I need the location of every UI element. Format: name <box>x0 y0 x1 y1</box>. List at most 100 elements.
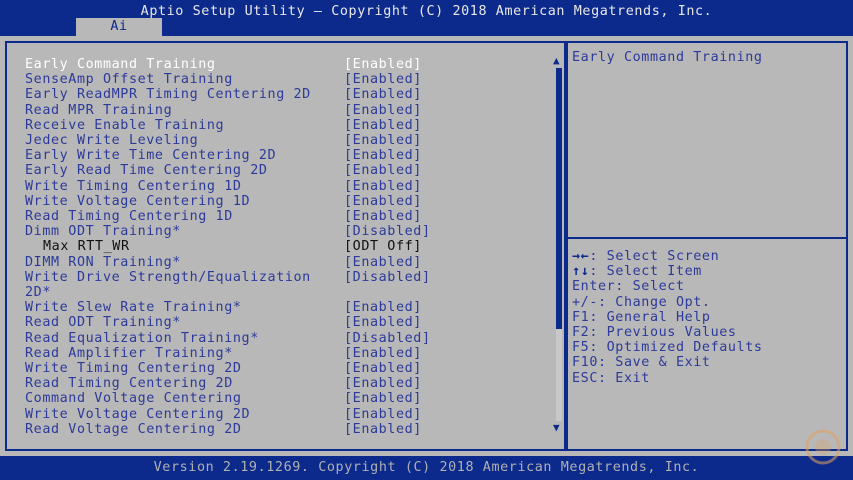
setting-row[interactable]: Jedec Write Leveling [Enabled] <box>7 133 547 148</box>
setting-row[interactable]: Command Voltage Centering [Enabled] <box>7 391 547 406</box>
key-hint-text: : Select Item <box>589 264 702 280</box>
key-hint-text: F1: General Help <box>572 309 711 325</box>
setting-value[interactable]: [Enabled] <box>344 103 422 118</box>
setting-value[interactable]: [Disabled] <box>344 331 431 346</box>
setting-value[interactable]: [Enabled] <box>344 315 422 330</box>
setting-row[interactable]: Read Voltage Centering 2D [Enabled] <box>7 422 547 437</box>
setting-label: Command Voltage Centering <box>25 391 242 407</box>
setting-label: Write Timing Centering 2D <box>25 361 242 376</box>
setting-value[interactable]: [Enabled] <box>344 87 422 102</box>
setting-value[interactable]: [Enabled] <box>344 118 422 133</box>
setting-row[interactable]: Receive Enable Training [Enabled] <box>7 118 547 133</box>
key-hint-text: +/-: Change Opt. <box>572 294 711 310</box>
setting-label: SenseAmp Offset Training <box>25 72 233 88</box>
setting-label: Read Voltage Centering 2D <box>25 421 242 437</box>
setting-row[interactable]: Read Timing Centering 1D [Enabled] <box>7 209 547 224</box>
setting-label: Early Read Time Centering 2D <box>25 163 268 179</box>
setting-value[interactable]: [Enabled] <box>344 163 422 178</box>
setting-row[interactable]: Dimm ODT Training* [Disabled] <box>7 224 547 239</box>
scroll-up-icon[interactable]: ▲ <box>553 55 560 66</box>
setting-row[interactable]: Read ODT Training* [Enabled] <box>7 315 547 330</box>
setting-value[interactable]: [Disabled] <box>344 224 431 239</box>
setting-row[interactable]: SenseAmp Offset Training [Enabled] <box>7 72 547 87</box>
setting-label: Receive Enable Training <box>25 117 225 133</box>
setting-row[interactable]: Write Timing Centering 1D [Enabled] <box>7 179 547 194</box>
key-legend: →←: Select Screen ↑↓: Select Item Enter: S… <box>572 249 763 386</box>
setting-label: Write Slew Rate Training* <box>25 300 242 316</box>
setting-value[interactable]: [Enabled] <box>344 391 422 406</box>
setting-label: Dimm ODT Training* <box>25 224 181 240</box>
app-title: Aptio Setup Utility – Copyright (C) 2018… <box>140 4 713 19</box>
setting-row[interactable]: Read Timing Centering 2D [Enabled] <box>7 376 547 391</box>
key-hint-text: ESC: Exit <box>572 370 650 386</box>
key-hint: →←: Select Screen <box>572 249 763 264</box>
setting-label: Read ODT Training* <box>25 315 181 331</box>
setting-row[interactable]: Read MPR Training [Enabled] <box>7 103 547 118</box>
help-panel: Early Command Training →←: Select Screen… <box>566 41 848 451</box>
setting-value[interactable]: [Disabled] <box>344 270 431 285</box>
setting-row[interactable]: Write Voltage Centering 1D [Enabled] <box>7 194 547 209</box>
key-hint: Enter: Select <box>572 279 763 294</box>
key-hint-text: : Select Screen <box>589 249 720 264</box>
footer-bar: Version 2.19.1269. Copyright (C) 2018 Am… <box>0 456 853 480</box>
key-hint: F10: Save & Exit <box>572 355 763 370</box>
key-hint-text: F10: Save & Exit <box>572 355 711 371</box>
setting-row[interactable]: Read Amplifier Training* [Enabled] <box>7 346 547 361</box>
key-hint-text: F2: Previous Values <box>572 324 737 340</box>
setting-label: Read MPR Training <box>25 102 173 118</box>
tab-ai-tweaker[interactable]: Ai Tweaker <box>76 18 162 52</box>
up-down-arrows-icon: ↑↓ <box>572 264 590 280</box>
setting-row[interactable]: Early Write Time Centering 2D [Enabled] <box>7 148 547 163</box>
key-hint-text: Enter: Select <box>572 279 685 295</box>
setting-value[interactable]: [Enabled] <box>344 255 422 270</box>
key-hint: ↑↓: Select Item <box>572 264 763 279</box>
setting-value[interactable]: [Enabled] <box>344 133 422 148</box>
setting-value[interactable]: [ODT Off] <box>344 239 422 254</box>
key-hint-text: F5: Optimized Defaults <box>572 340 763 356</box>
setting-label: Read Timing Centering 1D <box>25 209 233 224</box>
setting-row[interactable]: Write Slew Rate Training* [Enabled] <box>7 300 547 315</box>
setting-value[interactable]: [Enabled] <box>344 300 422 315</box>
setting-label: Read Amplifier Training* <box>25 345 233 361</box>
setting-row[interactable]: 2D* <box>7 285 547 300</box>
setting-value[interactable]: [Enabled] <box>344 346 422 361</box>
setting-value[interactable]: [Enabled] <box>344 148 422 163</box>
setting-label: Jedec Write Leveling <box>25 133 199 148</box>
key-hint: ESC: Exit <box>572 371 763 386</box>
version-text: Version 2.19.1269. Copyright (C) 2018 Am… <box>153 460 700 475</box>
setting-row[interactable]: Early ReadMPR Timing Centering 2D [Enable… <box>7 87 547 102</box>
setting-label: 2D* <box>25 285 51 300</box>
setting-row[interactable]: Early Read Time Centering 2D [Enabled] <box>7 163 547 178</box>
help-title: Early Command Training <box>572 50 763 65</box>
scrollbar-thumb[interactable] <box>556 68 562 330</box>
setting-row[interactable]: Early Command Training [Enabled] <box>7 57 547 72</box>
setting-row[interactable]: Write Drive Strength/Equalization [Disabl… <box>7 270 547 285</box>
setting-value[interactable]: [Enabled] <box>344 209 422 224</box>
setting-label: Early Command Training <box>25 57 216 72</box>
setting-row[interactable]: DIMM RON Training* [Enabled] <box>7 255 547 270</box>
settings-panel: Early Command Training [Enabled] SenseAmp … <box>5 41 566 451</box>
setting-row[interactable]: Write Timing Centering 2D [Enabled] <box>7 361 547 376</box>
setting-label: Early ReadMPR Timing Centering 2D <box>25 87 311 103</box>
setting-value[interactable]: [Enabled] <box>344 179 422 194</box>
setting-value[interactable]: [Enabled] <box>344 376 422 391</box>
setting-label: Write Drive Strength/Equalization <box>25 269 311 285</box>
setting-value[interactable]: [Enabled] <box>344 194 422 209</box>
scroll-down-icon[interactable]: ▼ <box>553 422 560 433</box>
setting-row[interactable]: Write Voltage Centering 2D [Enabled] <box>7 407 547 422</box>
setting-value[interactable]: [Enabled] <box>344 361 422 376</box>
setting-label: Write Voltage Centering 1D <box>25 193 251 209</box>
left-right-arrows-icon: →← <box>572 249 590 264</box>
setting-label: Read Equalization Training* <box>25 330 259 346</box>
setting-label: Early Write Time Centering 2D <box>25 148 277 164</box>
setting-label: Max RTT_WR <box>43 239 130 255</box>
setting-row[interactable]: Max RTT_WR [ODT Off] <box>7 239 547 254</box>
setting-row[interactable]: Read Equalization Training* [Disabled] <box>7 331 547 346</box>
setting-label: Read Timing Centering 2D <box>25 376 233 392</box>
watermark-logo <box>805 429 841 465</box>
key-hint: F2: Previous Values <box>572 325 763 340</box>
setting-value[interactable]: [Enabled] <box>344 422 422 437</box>
setting-value[interactable]: [Enabled] <box>344 72 422 87</box>
setting-value[interactable]: [Enabled] <box>344 57 422 72</box>
setting-value[interactable]: [Enabled] <box>344 407 422 422</box>
